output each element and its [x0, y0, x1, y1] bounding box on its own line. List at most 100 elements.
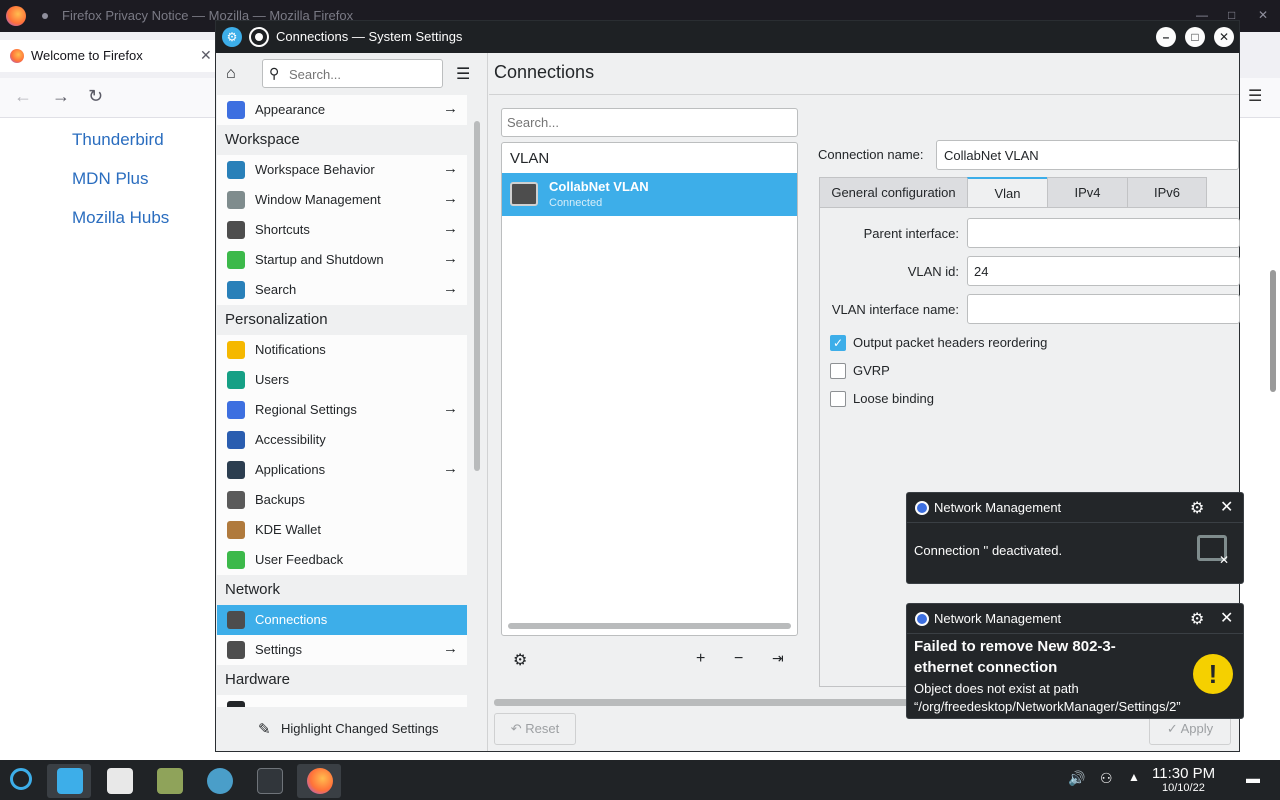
connection-list-scrollbar[interactable]	[508, 623, 791, 629]
sidebar-item[interactable]: Settings →	[217, 635, 467, 665]
close-button[interactable]: ✕	[1214, 27, 1234, 47]
sidebar-search-box[interactable]: ⚲	[262, 59, 443, 88]
mdn-plus-link[interactable]: MDN Plus	[72, 169, 149, 189]
sidebar-scrollbar[interactable]	[474, 121, 480, 471]
maximize-button[interactable]: □	[1185, 27, 1205, 47]
loose-binding-checkbox[interactable]	[830, 391, 846, 407]
page-title: Connections	[494, 62, 595, 82]
tab-general-configuration[interactable]: General configuration	[819, 177, 968, 208]
vlan-interface-name-field[interactable]	[967, 294, 1240, 324]
connection-row[interactable]: CollabNet VLAN Connected	[502, 173, 797, 216]
keyboard-icon	[227, 221, 245, 239]
notification-body: Connection '' deactivated.	[914, 543, 1063, 558]
mozilla-hubs-link[interactable]: Mozilla Hubs	[72, 208, 169, 228]
ethernet-icon	[510, 182, 538, 206]
remove-connection-icon[interactable]: −	[734, 650, 743, 668]
reorder-headers-checkbox[interactable]: ✓	[830, 335, 846, 351]
tab-vlan[interactable]: Vlan	[967, 177, 1048, 208]
network-tray-icon[interactable]: ⚇	[1100, 770, 1113, 787]
sidebar-section: Hardware	[217, 665, 467, 695]
sidebar-item[interactable]: User Feedback	[217, 545, 467, 575]
sidebar-item[interactable]: Applications →	[217, 455, 467, 485]
network-management-icon	[915, 612, 929, 626]
sidebar-item[interactable]: Backups	[217, 485, 467, 515]
clock-date[interactable]: 10/10/22	[1162, 782, 1205, 794]
tray-expand-icon[interactable]: ▲	[1128, 770, 1140, 784]
show-desktop-icon[interactable]: ▬	[1246, 770, 1260, 786]
back-icon[interactable]: ←	[14, 86, 32, 107]
taskbar-terminal[interactable]	[247, 764, 291, 798]
notification-header: Network Management ⚙ ✕	[907, 493, 1243, 523]
vlan-interface-name-label: VLAN interface name:	[831, 302, 959, 317]
notification-settings-icon[interactable]: ⚙	[1190, 609, 1204, 629]
firefox-menu-icon[interactable]: ☰	[1248, 86, 1262, 106]
sidebar-item-label: Connections	[255, 612, 328, 627]
highlight-changed-settings-button[interactable]: ✎ Highlight Changed Settings	[216, 707, 488, 751]
volume-icon[interactable]: 🔊	[1068, 770, 1085, 787]
sidebar-item[interactable]: Workspace Behavior →	[217, 155, 467, 185]
firefox-tab[interactable]: Welcome to Firefox ✕	[0, 40, 215, 72]
notification-close-icon[interactable]: ✕	[1220, 497, 1233, 517]
keep-above-icon[interactable]	[249, 27, 269, 47]
hamburger-menu-icon[interactable]: ☰	[456, 64, 470, 84]
notification-failed[interactable]: Network Management ⚙ ✕ Failed to remove …	[906, 603, 1244, 719]
sidebar-search-input[interactable]	[289, 64, 439, 84]
notification-deactivated[interactable]: Network Management ⚙ ✕ Connection '' dea…	[906, 492, 1244, 584]
gvrp-checkbox[interactable]	[830, 363, 846, 379]
forward-icon[interactable]: →	[52, 86, 70, 107]
notification-close-icon[interactable]: ✕	[1220, 608, 1233, 628]
warning-icon: !	[1193, 654, 1233, 694]
reorder-headers-label: Output packet headers reordering	[853, 335, 1048, 350]
parent-interface-field[interactable]	[967, 218, 1240, 248]
taskbar-discover[interactable]	[97, 764, 141, 798]
export-connection-icon[interactable]: ⇥	[772, 650, 784, 667]
loose-binding-label: Loose binding	[853, 391, 934, 406]
arrow-right-icon: →	[443, 400, 458, 417]
sidebar-item[interactable]: KDE Wallet	[217, 515, 467, 545]
window-titlebar[interactable]: ⚙ Connections — System Settings – □ ✕	[216, 21, 1239, 53]
clock-time[interactable]: 11:30 PM	[1152, 765, 1215, 782]
sidebar-item[interactable]: Accessibility	[217, 425, 467, 455]
add-connection-icon[interactable]: +	[696, 650, 705, 668]
home-icon[interactable]: ⌂	[226, 65, 236, 83]
sidebar-item[interactable]: Notifications	[217, 335, 467, 365]
connection-name-field[interactable]	[936, 140, 1239, 170]
vlan-id-field[interactable]	[967, 256, 1240, 286]
terminal-icon	[257, 768, 283, 794]
reset-label: Reset	[525, 721, 560, 736]
sidebar-item[interactable]: Connections	[217, 605, 467, 635]
taskbar-system-settings[interactable]	[47, 764, 91, 798]
sidebar-item[interactable]: Appearance →	[217, 95, 467, 125]
thunderbird-link[interactable]: Thunderbird	[72, 130, 164, 150]
taskbar-settings[interactable]	[197, 764, 241, 798]
sidebar-item[interactable]: Shortcuts →	[217, 215, 467, 245]
search-icon	[227, 281, 245, 299]
sidebar-item-label: Shortcuts	[255, 222, 310, 237]
notification-settings-icon[interactable]: ⚙	[1190, 498, 1204, 518]
sidebar-item[interactable]: Startup and Shutdown →	[217, 245, 467, 275]
highlight-label: Highlight Changed Settings	[281, 721, 439, 736]
arrow-right-icon: →	[443, 640, 458, 657]
arrow-right-icon: →	[443, 250, 458, 267]
tab-ipv4[interactable]: IPv4	[1047, 177, 1128, 208]
sidebar-item[interactable]: →	[217, 695, 467, 707]
reset-button[interactable]: ↶ Reset	[494, 713, 576, 745]
sidebar-item[interactable]: Users	[217, 365, 467, 395]
configure-gear-icon[interactable]: ⚙	[513, 650, 527, 670]
close-icon[interactable]: ✕	[1258, 8, 1268, 22]
firefox-scrollbar[interactable]	[1270, 270, 1276, 392]
main-header: Connections	[489, 53, 1239, 95]
sidebar-item[interactable]: Window Management →	[217, 185, 467, 215]
app-launcher-icon[interactable]	[10, 768, 32, 790]
minimize-button[interactable]: –	[1156, 27, 1176, 47]
file-manager-icon	[157, 768, 183, 794]
reload-icon[interactable]: ↻	[88, 86, 103, 107]
taskbar-firefox[interactable]	[297, 764, 341, 798]
tab-ipv6[interactable]: IPv6	[1127, 177, 1207, 208]
tab-close-icon[interactable]: ✕	[200, 47, 212, 64]
sidebar-item[interactable]: Regional Settings →	[217, 395, 467, 425]
firefox-favicon-icon	[10, 49, 24, 63]
connection-search-input[interactable]	[501, 108, 798, 137]
taskbar-dolphin[interactable]	[147, 764, 191, 798]
sidebar-item[interactable]: Search →	[217, 275, 467, 305]
